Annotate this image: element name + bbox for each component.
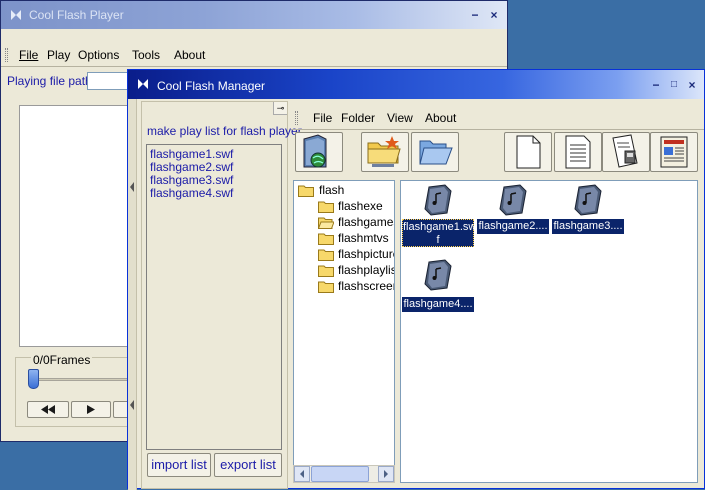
flash-file-icon	[499, 184, 527, 216]
flash-file-icon	[424, 259, 452, 291]
tree-item-label: flashmtvs	[338, 231, 389, 245]
file-item[interactable]: flashgame2....	[477, 183, 549, 235]
menu-file[interactable]: File	[313, 111, 332, 125]
left-splitter[interactable]	[128, 99, 137, 490]
frames-label: 0/0Frames	[31, 353, 93, 367]
manager-menubar: File Folder View About	[291, 106, 704, 130]
tree-item-label: flashpicture	[338, 247, 395, 261]
document-properties-icon	[612, 134, 638, 168]
seek-slider-thumb[interactable]	[28, 369, 39, 389]
properties-button[interactable]	[602, 132, 650, 172]
network-folder-button[interactable]	[295, 132, 343, 172]
menubar-grip	[295, 111, 298, 125]
scroll-left-button[interactable]	[294, 466, 310, 482]
app-logo-icon	[138, 79, 148, 89]
minimize-button[interactable]: −	[648, 77, 664, 93]
menubar-grip	[5, 48, 8, 62]
folder-icon	[298, 185, 314, 197]
file-view[interactable]: flashgame1.sw f flashgame2.... flashgame…	[400, 180, 698, 483]
export-list-label: export list	[220, 457, 276, 472]
tree-horizontal-scrollbar[interactable]	[293, 465, 395, 483]
player-menubar: File Play Options Tools About	[1, 43, 507, 67]
collapse-arrow-icon	[130, 182, 134, 192]
close-button[interactable]: ×	[684, 77, 700, 93]
rewind-button[interactable]	[27, 401, 69, 418]
menu-file[interactable]: File	[19, 48, 38, 62]
text-document-icon	[565, 135, 591, 169]
tree-item-label: flashplaylist	[338, 263, 395, 277]
folder-tree[interactable]: flash flashexe flashgames flashmtvs flas…	[293, 180, 395, 483]
network-folder-icon	[303, 134, 327, 168]
new-file-button[interactable]	[504, 132, 552, 172]
folder-icon	[318, 281, 334, 293]
player-screen[interactable]	[19, 105, 139, 347]
menu-play[interactable]: Play	[47, 48, 70, 62]
file-label-line: flashgame1.sw	[403, 221, 477, 233]
folder-icon	[318, 233, 334, 245]
list-item[interactable]: flashgame3.swf	[150, 173, 233, 187]
file-label-selected: flashgame1.sw f	[402, 219, 477, 247]
flash-manager-window: Cool Flash Manager − □ × ⊸ make play lis…	[127, 69, 705, 490]
path-label: Playing file path:	[7, 74, 96, 88]
file-item[interactable]: flashgame3....	[552, 183, 624, 235]
manager-titlebar[interactable]: Cool Flash Manager − □ ×	[128, 70, 704, 99]
panel-pin-button[interactable]: ⊸	[273, 102, 287, 115]
play-icon	[87, 405, 95, 414]
playlist-listbox[interactable]: flashgame1.swf flashgame2.swf flashgame3…	[146, 144, 282, 450]
playlist-heading: make play list for flash player	[147, 124, 302, 138]
menu-folder[interactable]: Folder	[341, 111, 375, 125]
player-title: Cool Flash Player	[29, 8, 124, 22]
new-folder-button[interactable]	[361, 132, 409, 172]
playlist-panel: ⊸ make play list for flash player flashg…	[141, 101, 302, 489]
file-item[interactable]: flashgame1.sw f	[402, 183, 477, 249]
menu-tools[interactable]: Tools	[132, 48, 160, 62]
scroll-thumb[interactable]	[311, 466, 369, 482]
open-folder-icon	[419, 140, 453, 165]
list-item[interactable]: flashgame2.swf	[150, 160, 233, 174]
blank-document-icon	[516, 135, 541, 169]
export-list-button[interactable]: export list	[214, 453, 282, 477]
file-label-selected: flashgame3....	[552, 219, 624, 234]
minimize-button[interactable]: −	[467, 7, 483, 23]
play-button[interactable]	[71, 401, 111, 418]
import-list-button[interactable]: import list	[147, 453, 211, 477]
tree-root-label: flash	[319, 183, 345, 197]
app-logo-icon	[11, 10, 21, 20]
menu-view[interactable]: View	[387, 111, 413, 125]
arrow-left-icon	[300, 470, 304, 478]
rewind-icon	[41, 405, 55, 414]
file-label-selected: flashgame2....	[477, 219, 549, 234]
menu-options[interactable]: Options	[78, 48, 119, 62]
close-button[interactable]: ×	[486, 7, 502, 23]
text-file-button[interactable]	[554, 132, 602, 172]
collapse-arrow-icon	[130, 400, 134, 410]
report-document-icon	[660, 136, 688, 168]
new-folder-icon	[367, 136, 401, 167]
folder-icon	[318, 265, 334, 277]
report-button[interactable]	[650, 132, 698, 172]
manager-title: Cool Flash Manager	[157, 79, 266, 93]
open-folder-icon	[318, 217, 334, 229]
seek-track	[33, 378, 133, 381]
folder-icon	[318, 201, 334, 213]
tree-item-label: flashexe	[338, 199, 383, 213]
flash-file-icon	[574, 184, 602, 216]
scroll-right-button[interactable]	[378, 466, 394, 482]
menu-about[interactable]: About	[425, 111, 456, 125]
arrow-right-icon	[384, 470, 388, 478]
menu-about[interactable]: About	[174, 48, 205, 62]
tree-item-label: flashgames	[338, 215, 395, 229]
player-titlebar[interactable]: Cool Flash Player − ×	[1, 1, 507, 29]
file-label-selected: flashgame4....	[402, 297, 474, 312]
file-item[interactable]: flashgame4....	[402, 258, 474, 312]
file-label-line: f	[436, 234, 440, 246]
tree-item-label: flashscreens	[338, 279, 394, 293]
import-list-label: import list	[151, 457, 207, 472]
open-folder-button[interactable]	[411, 132, 459, 172]
list-item[interactable]: flashgame4.swf	[150, 186, 233, 200]
maximize-button[interactable]: □	[666, 77, 682, 93]
flash-file-icon	[424, 184, 452, 216]
folder-icon	[318, 249, 334, 261]
list-item[interactable]: flashgame1.swf	[150, 147, 233, 161]
